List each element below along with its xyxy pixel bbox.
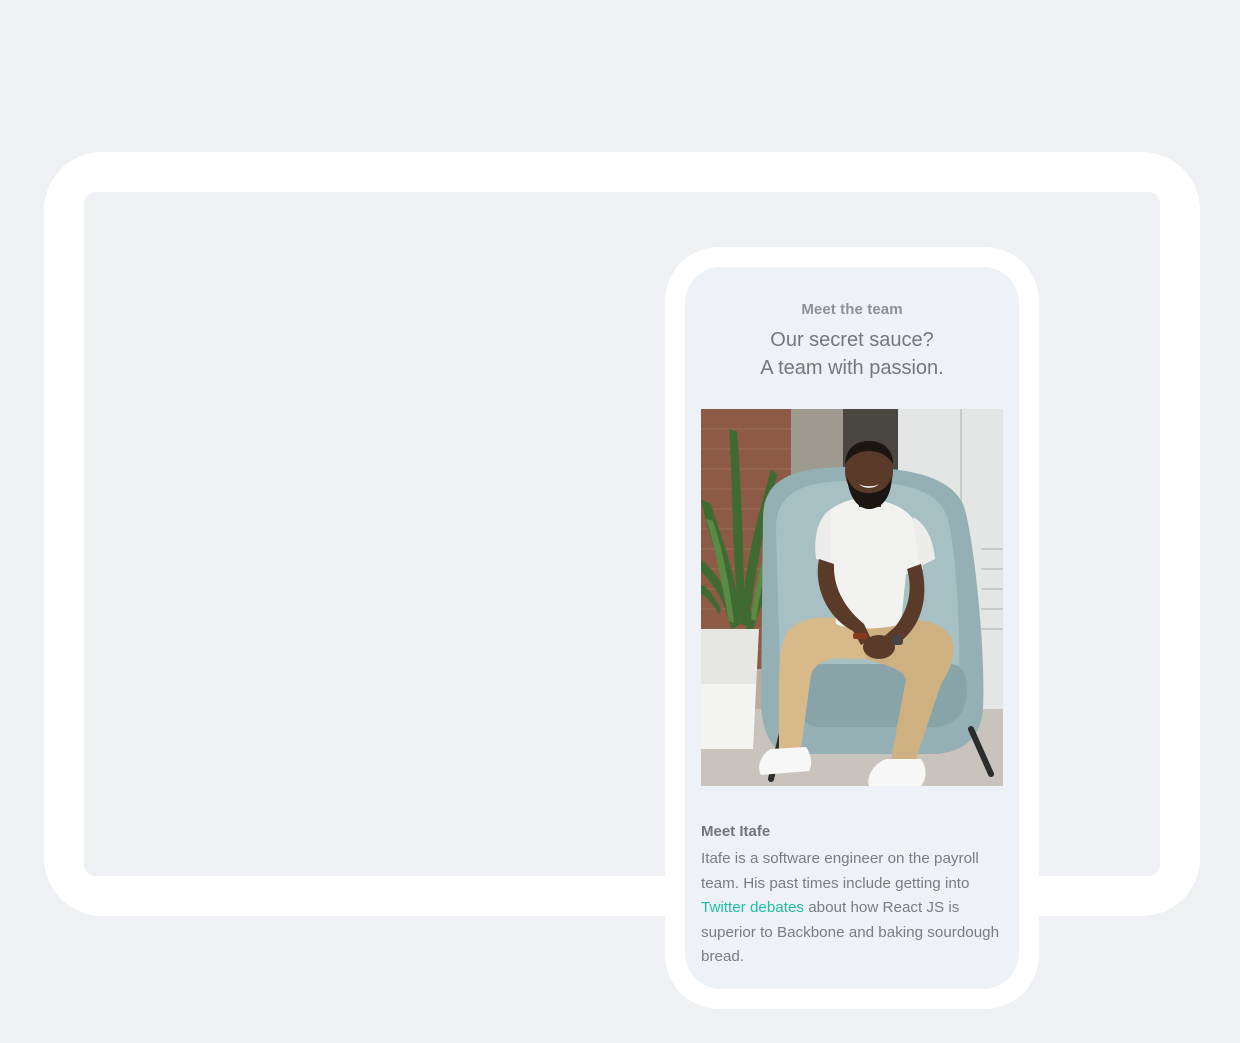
phone-screen: Meet the team Our secret sauce? A team w…: [685, 267, 1019, 989]
team-member-photo: [701, 409, 1003, 786]
headline-line-2: A team with passion.: [760, 357, 944, 379]
team-member-bio: Itafe is a software engineer on the payr…: [701, 847, 1003, 970]
section-eyebrow: Meet the team: [801, 301, 903, 318]
section-headline: Our secret sauce? A team with passion.: [685, 326, 1019, 382]
bio-text-before-link: Itafe is a software engineer on the payr…: [701, 850, 979, 892]
team-member-name: Meet Itafe: [701, 823, 771, 840]
twitter-debates-link[interactable]: Twitter debates: [701, 899, 804, 916]
phone-device-frame: Meet the team Our secret sauce? A team w…: [665, 247, 1039, 1009]
team-member-photo-illustration: [701, 409, 1003, 786]
headline-line-1: Our secret sauce?: [770, 329, 934, 351]
